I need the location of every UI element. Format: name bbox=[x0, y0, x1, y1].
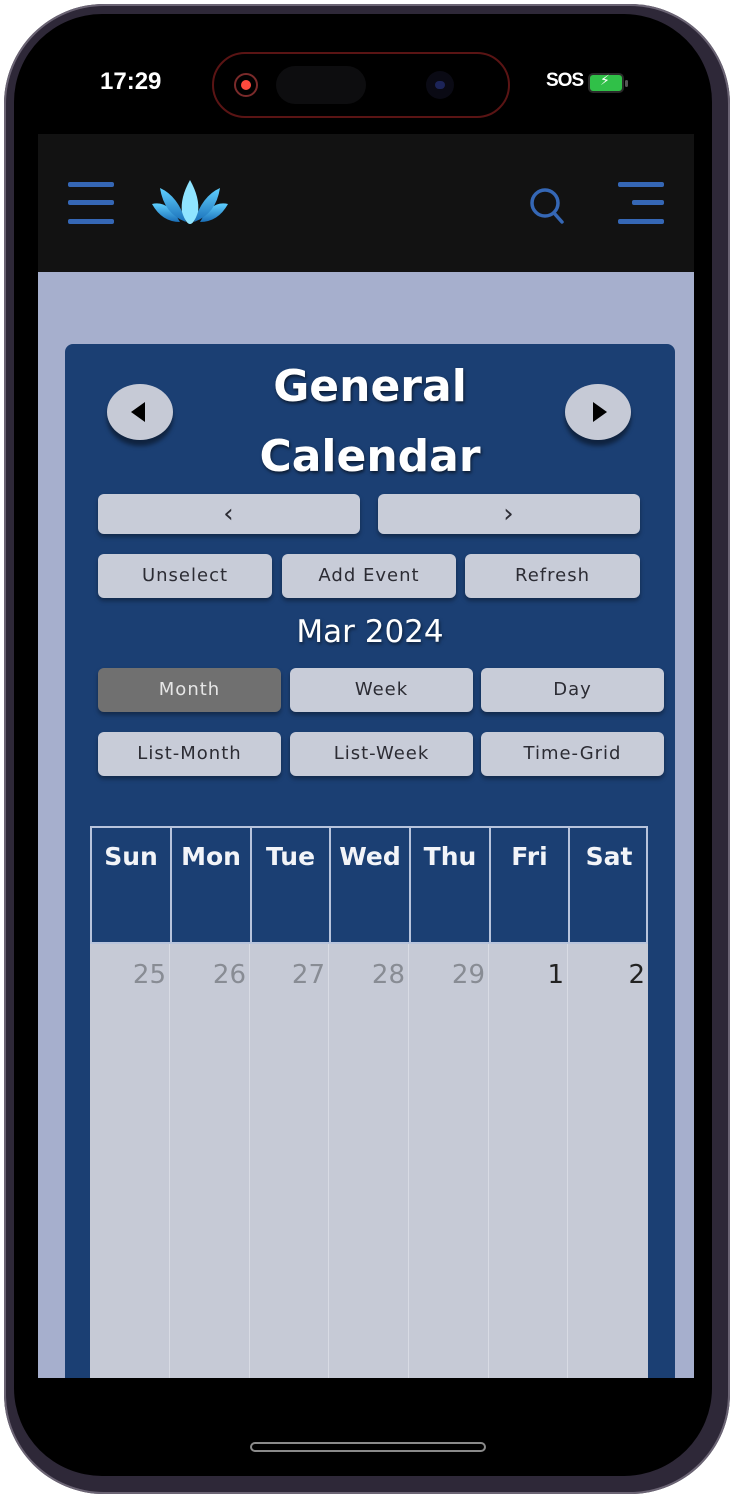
menu-right-aligned-icon[interactable] bbox=[618, 182, 664, 224]
refresh-button[interactable]: Refresh bbox=[465, 554, 640, 598]
weekday-header: Sat bbox=[585, 842, 633, 871]
lotus-logo-icon[interactable] bbox=[150, 178, 230, 228]
triangle-left-icon bbox=[131, 402, 145, 422]
day-cell[interactable]: 2 bbox=[568, 944, 648, 1378]
current-month-label: Mar 2024 bbox=[296, 614, 444, 650]
day-cell[interactable]: 28 bbox=[329, 944, 409, 1378]
day-cell[interactable]: 25 bbox=[90, 944, 170, 1378]
view-time-grid-tab[interactable]: Time-Grid bbox=[481, 732, 664, 776]
day-cell[interactable]: 1 bbox=[489, 944, 568, 1378]
top-navbar bbox=[38, 134, 694, 272]
weekday-header: Wed bbox=[331, 828, 411, 944]
bolt-icon: ⚡ bbox=[600, 73, 610, 89]
day-cell[interactable]: 26 bbox=[170, 944, 250, 1378]
unselect-button[interactable]: Unselect bbox=[98, 554, 272, 598]
island-pill bbox=[276, 66, 366, 104]
recording-indicator-icon bbox=[234, 73, 258, 97]
triangle-right-icon bbox=[593, 402, 607, 422]
title-line-2: Calendar bbox=[259, 431, 481, 482]
next-month-button[interactable]: › bbox=[378, 494, 640, 534]
view-day-tab[interactable]: Day bbox=[481, 668, 664, 712]
weekday-header: Thu bbox=[411, 828, 491, 944]
view-week-tab[interactable]: Week bbox=[290, 668, 473, 712]
carrier-status: SOS bbox=[546, 70, 584, 91]
home-indicator[interactable] bbox=[250, 1442, 486, 1452]
view-list-week-tab[interactable]: List-Week bbox=[290, 732, 473, 776]
prev-round-button[interactable] bbox=[107, 384, 173, 440]
view-list-month-tab[interactable]: List-Month bbox=[98, 732, 281, 776]
app-screen: General Calendar ‹ › Unselect Add Event … bbox=[38, 134, 694, 1378]
status-time: 17:29 bbox=[100, 68, 162, 95]
month-grid: Sun Mon Tue Wed Thu Fri Sat 25 26 27 28 … bbox=[90, 826, 650, 1378]
prev-month-button[interactable]: ‹ bbox=[98, 494, 360, 534]
day-cell[interactable]: 27 bbox=[250, 944, 329, 1378]
view-month-tab[interactable]: Month bbox=[98, 668, 281, 712]
battery-charging-icon: ⚡ bbox=[588, 73, 628, 93]
calendar-card: General Calendar ‹ › Unselect Add Event … bbox=[65, 344, 675, 1378]
search-icon[interactable] bbox=[528, 186, 568, 226]
dynamic-island bbox=[212, 52, 510, 118]
add-event-button[interactable]: Add Event bbox=[282, 554, 456, 598]
hamburger-menu-icon[interactable] bbox=[68, 182, 114, 224]
title-line-1: General bbox=[273, 361, 467, 412]
camera-icon bbox=[426, 71, 454, 99]
week-row: 25 26 27 28 29 1 2 bbox=[90, 944, 648, 1378]
weekday-header: Fri bbox=[491, 828, 570, 944]
page-title: General Calendar bbox=[225, 352, 515, 492]
weekday-header: Tue bbox=[252, 828, 331, 944]
weekday-header: Sun bbox=[92, 828, 172, 944]
weekday-header-row: Sun Mon Tue Wed Thu Fri Sat bbox=[90, 826, 648, 944]
day-cell[interactable]: 29 bbox=[409, 944, 489, 1378]
weekday-header: Mon bbox=[172, 828, 252, 944]
next-round-button[interactable] bbox=[565, 384, 631, 440]
